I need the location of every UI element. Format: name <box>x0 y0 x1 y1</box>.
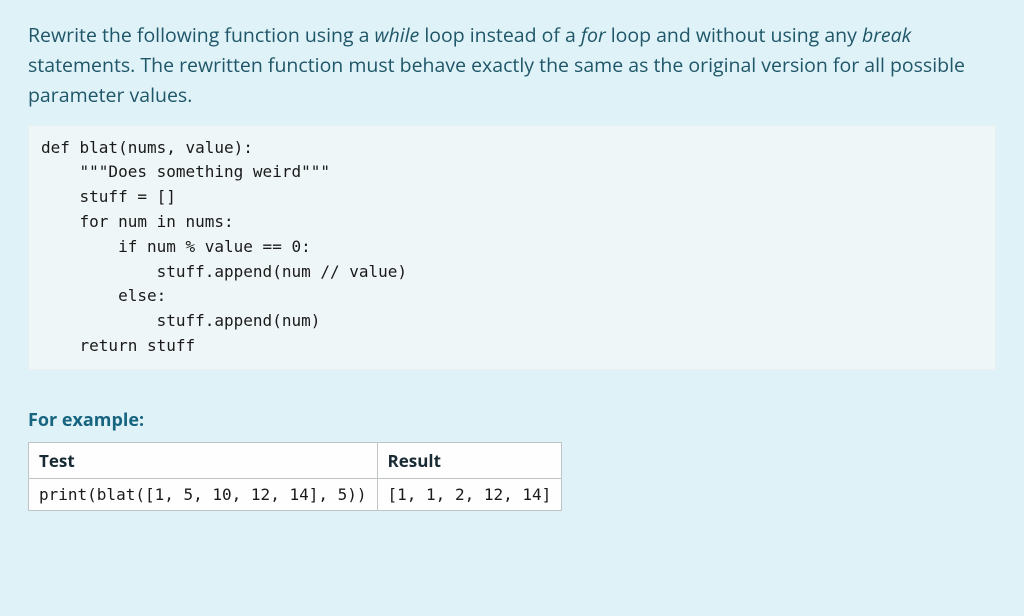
example-table: Test Result print(blat([1, 5, 10, 12, 14… <box>28 442 562 511</box>
prompt-keyword: while <box>375 21 420 48</box>
table-header-row: Test Result <box>29 442 562 478</box>
prompt-keyword: for <box>581 21 606 48</box>
prompt-text-segment: loop instead of a <box>419 21 581 48</box>
code-block: def blat(nums, value): """Does something… <box>28 125 996 370</box>
prompt-keyword: break <box>862 21 911 48</box>
cell-test: print(blat([1, 5, 10, 12, 14], 5)) <box>29 478 378 510</box>
prompt-text-segment: Rewrite the following function using a <box>28 21 375 48</box>
header-result: Result <box>377 442 562 478</box>
table-row: print(blat([1, 5, 10, 12, 14], 5)) [1, 1… <box>29 478 562 510</box>
cell-result: [1, 1, 2, 12, 14] <box>377 478 562 510</box>
prompt-text-segment: loop and without using any <box>606 21 862 48</box>
question-prompt: Rewrite the following function using a w… <box>28 20 996 111</box>
header-test: Test <box>29 442 378 478</box>
example-heading: For example: <box>28 408 996 432</box>
prompt-text-segment: statements. The rewritten function must … <box>28 51 965 108</box>
